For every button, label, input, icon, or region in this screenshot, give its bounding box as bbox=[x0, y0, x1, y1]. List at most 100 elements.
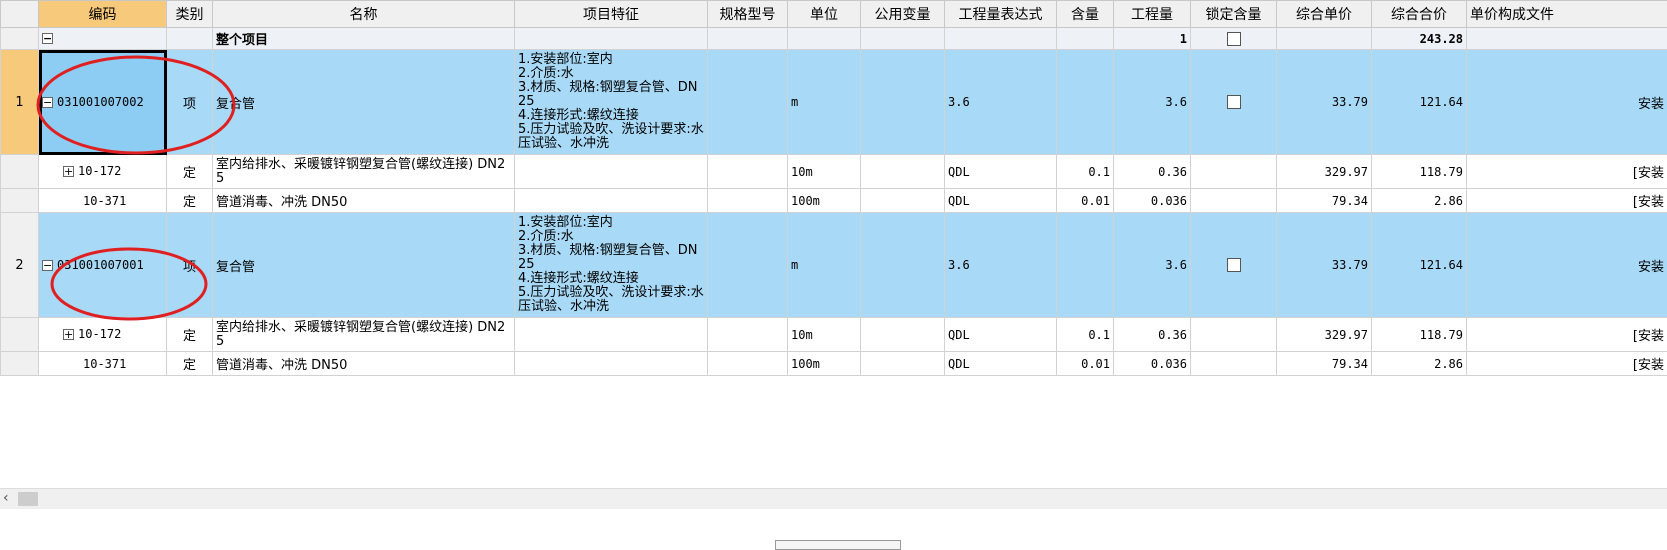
row-number[interactable]: 2 bbox=[1, 213, 39, 318]
price-file-cell[interactable]: 安装 bbox=[1467, 50, 1667, 155]
total-price-cell[interactable]: 243.28 bbox=[1372, 28, 1467, 50]
name-cell[interactable]: 复合管 bbox=[213, 213, 515, 318]
expr-cell[interactable]: QDL bbox=[945, 352, 1057, 376]
quantity-cell[interactable]: 0.36 bbox=[1114, 318, 1191, 352]
unit-price-cell[interactable]: 79.34 bbox=[1277, 189, 1372, 213]
lock-cell[interactable] bbox=[1191, 28, 1277, 50]
price-file-cell[interactable]: [安装 bbox=[1467, 352, 1667, 376]
total-price-cell[interactable]: 121.64 bbox=[1372, 213, 1467, 318]
name-cell[interactable]: 管道消毒、冲洗 DN50 bbox=[213, 352, 515, 376]
boq-item-row[interactable]: 1 −031001007002 项 复合管 1.安装部位:室内 2.介质:水 3… bbox=[1, 50, 1667, 155]
content-cell[interactable] bbox=[1057, 213, 1114, 318]
col-header-name[interactable]: 名称 bbox=[213, 1, 515, 28]
col-header-expr[interactable]: 工程量表达式 bbox=[945, 1, 1057, 28]
expr-cell[interactable]: 3.6 bbox=[945, 213, 1057, 318]
unit-price-cell[interactable]: 33.79 bbox=[1277, 50, 1372, 155]
col-header-shared-var[interactable]: 公用变量 bbox=[861, 1, 945, 28]
unit-cell[interactable]: 10m bbox=[788, 155, 861, 189]
row-number[interactable] bbox=[1, 189, 39, 213]
type-cell[interactable]: 定 bbox=[167, 352, 213, 376]
row-number[interactable]: 1 bbox=[1, 50, 39, 155]
unit-cell[interactable]: 100m bbox=[788, 189, 861, 213]
col-header-quantity[interactable]: 工程量 bbox=[1114, 1, 1191, 28]
collapse-icon[interactable]: − bbox=[42, 33, 53, 44]
unit-cell[interactable]: 100m bbox=[788, 352, 861, 376]
col-header-unit-price[interactable]: 综合单价 bbox=[1277, 1, 1372, 28]
shared-var-cell[interactable] bbox=[861, 50, 945, 155]
col-header-features[interactable]: 项目特征 bbox=[515, 1, 708, 28]
lock-checkbox[interactable] bbox=[1227, 32, 1241, 46]
name-cell[interactable]: 整个项目 bbox=[213, 28, 515, 50]
price-file-cell[interactable]: [安装 bbox=[1467, 189, 1667, 213]
quantity-cell[interactable]: 1 bbox=[1114, 28, 1191, 50]
quantity-cell[interactable]: 0.036 bbox=[1114, 189, 1191, 213]
quantity-cell[interactable]: 3.6 bbox=[1114, 213, 1191, 318]
scroll-left-icon[interactable]: ‹ bbox=[3, 490, 9, 506]
row-number[interactable] bbox=[1, 28, 39, 50]
row-number[interactable] bbox=[1, 155, 39, 189]
name-cell[interactable]: 管道消毒、冲洗 DN50 bbox=[213, 189, 515, 213]
scroll-thumb[interactable] bbox=[18, 492, 38, 506]
type-cell[interactable]: 项 bbox=[167, 50, 213, 155]
lock-cell[interactable] bbox=[1191, 213, 1277, 318]
col-header-type[interactable]: 类别 bbox=[167, 1, 213, 28]
total-price-cell[interactable]: 118.79 bbox=[1372, 318, 1467, 352]
quantity-cell[interactable]: 0.36 bbox=[1114, 155, 1191, 189]
total-price-cell[interactable]: 121.64 bbox=[1372, 50, 1467, 155]
expr-cell[interactable]: 3.6 bbox=[945, 50, 1057, 155]
total-row[interactable]: − 整个项目 1 243.28 bbox=[1, 28, 1667, 50]
content-cell[interactable]: 0.01 bbox=[1057, 189, 1114, 213]
name-cell[interactable]: 室内给排水、采暖镀锌钢塑复合管(螺纹连接) DN25 bbox=[213, 318, 515, 352]
price-file-cell[interactable]: 安装 bbox=[1467, 213, 1667, 318]
col-header-content[interactable]: 含量 bbox=[1057, 1, 1114, 28]
row-number-header[interactable] bbox=[1, 1, 39, 28]
unit-price-cell[interactable]: 33.79 bbox=[1277, 213, 1372, 318]
shared-var-cell[interactable] bbox=[861, 213, 945, 318]
content-cell[interactable]: 0.1 bbox=[1057, 318, 1114, 352]
unit-cell[interactable]: m bbox=[788, 213, 861, 318]
boq-item-row[interactable]: 2 −031001007001 项 复合管 1.安装部位:室内 2.介质:水 3… bbox=[1, 213, 1667, 318]
spec-cell[interactable] bbox=[708, 213, 788, 318]
collapse-icon[interactable]: − bbox=[42, 97, 53, 108]
total-price-cell[interactable]: 118.79 bbox=[1372, 155, 1467, 189]
name-cell[interactable]: 复合管 bbox=[213, 50, 515, 155]
content-cell[interactable] bbox=[1057, 50, 1114, 155]
quantity-cell[interactable]: 3.6 bbox=[1114, 50, 1191, 155]
row-number[interactable] bbox=[1, 352, 39, 376]
expand-icon[interactable]: + bbox=[63, 329, 74, 340]
content-cell[interactable]: 0.1 bbox=[1057, 155, 1114, 189]
code-cell[interactable]: 10-371 bbox=[39, 352, 167, 376]
unit-price-cell[interactable]: 329.97 bbox=[1277, 318, 1372, 352]
unit-price-cell[interactable]: 329.97 bbox=[1277, 155, 1372, 189]
lock-checkbox[interactable] bbox=[1227, 95, 1241, 109]
unit-price-cell[interactable]: 79.34 bbox=[1277, 352, 1372, 376]
code-cell[interactable]: −031001007002 bbox=[39, 50, 167, 155]
type-cell[interactable]: 定 bbox=[167, 155, 213, 189]
expand-icon[interactable]: + bbox=[63, 166, 74, 177]
name-cell[interactable]: 室内给排水、采暖镀锌钢塑复合管(螺纹连接) DN25 bbox=[213, 155, 515, 189]
col-header-lock[interactable]: 锁定含量 bbox=[1191, 1, 1277, 28]
type-cell[interactable]: 定 bbox=[167, 189, 213, 213]
row-number[interactable] bbox=[1, 318, 39, 352]
col-header-total-price[interactable]: 综合合价 bbox=[1372, 1, 1467, 28]
total-price-cell[interactable]: 2.86 bbox=[1372, 352, 1467, 376]
quota-row[interactable]: 10-371 定 管道消毒、冲洗 DN50 100m QDL 0.01 0.03… bbox=[1, 189, 1667, 213]
unit-cell[interactable]: 10m bbox=[788, 318, 861, 352]
unit-cell[interactable]: m bbox=[788, 50, 861, 155]
type-cell[interactable]: 定 bbox=[167, 318, 213, 352]
spec-cell[interactable] bbox=[708, 50, 788, 155]
code-cell[interactable]: +10-172 bbox=[39, 318, 167, 352]
col-header-unit[interactable]: 单位 bbox=[788, 1, 861, 28]
lock-cell[interactable] bbox=[1191, 50, 1277, 155]
code-cell[interactable]: −031001007001 bbox=[39, 213, 167, 318]
col-header-code[interactable]: 编码 bbox=[39, 1, 167, 28]
horizontal-scrollbar[interactable]: ‹ bbox=[0, 488, 1667, 509]
code-cell[interactable]: − bbox=[39, 28, 167, 50]
col-header-price-file[interactable]: 单价构成文件 bbox=[1467, 1, 1667, 28]
expr-cell[interactable]: QDL bbox=[945, 189, 1057, 213]
quota-row[interactable]: +10-172 定 室内给排水、采暖镀锌钢塑复合管(螺纹连接) DN25 10m… bbox=[1, 155, 1667, 189]
col-header-spec[interactable]: 规格型号 bbox=[708, 1, 788, 28]
features-cell[interactable]: 1.安装部位:室内 2.介质:水 3.材质、规格:钢塑复合管、DN25 4.连接… bbox=[515, 50, 708, 155]
collapse-icon[interactable]: − bbox=[42, 260, 53, 271]
code-cell[interactable]: 10-371 bbox=[39, 189, 167, 213]
